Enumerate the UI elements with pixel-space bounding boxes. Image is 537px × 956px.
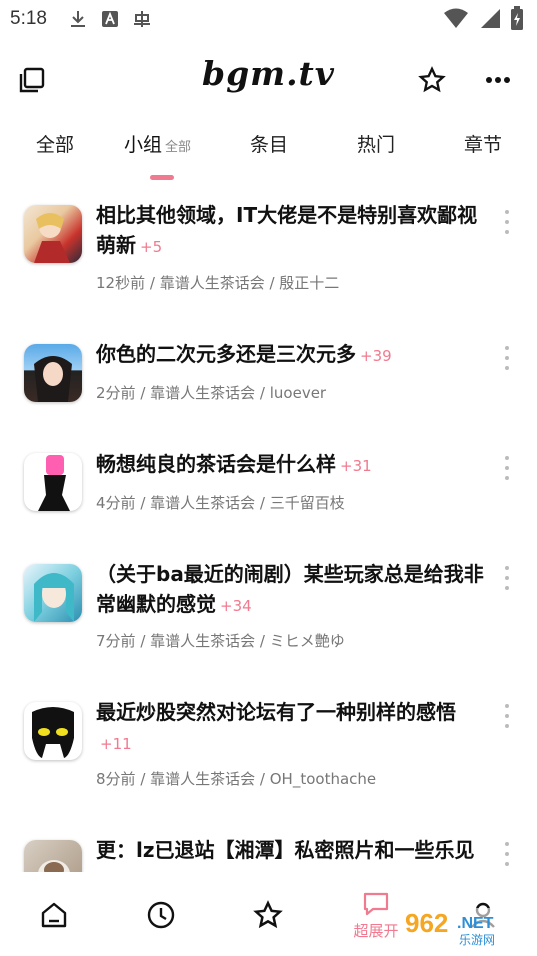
more-vertical-icon[interactable] (503, 704, 511, 728)
topic-meta: 7分前 / 靠谱人生茶话会 / ミヒメ艶ゆ (96, 632, 345, 650)
app-bar: bgm.tv (0, 50, 537, 108)
watermark-logo: 962 .NET 乐游网 (399, 908, 531, 947)
clock-icon (147, 901, 175, 929)
app-logo: bgm.tv (202, 54, 335, 93)
star-icon (418, 66, 446, 93)
reply-count: +5 (140, 238, 163, 256)
more-vertical-icon[interactable] (503, 456, 511, 480)
avatar[interactable] (24, 564, 82, 622)
svg-text:.NET: .NET (457, 915, 494, 932)
topic-title[interactable]: 更：lz已退站【湘潭】私密照片和一些乐见 (96, 835, 488, 865)
more-vertical-icon[interactable] (503, 210, 511, 234)
reply-count: +39 (360, 347, 392, 365)
tab-groups[interactable]: 小组 全部 (124, 130, 191, 157)
more-horizontal-icon (486, 77, 510, 83)
topic-meta: 4分前 / 靠谱人生茶话会 / 三千留百枝 (96, 494, 345, 512)
system-icons (443, 6, 523, 30)
topic-title[interactable]: 畅想纯良的茶话会是什么样 +31 (96, 449, 488, 481)
more-vertical-icon[interactable] (503, 842, 511, 866)
avatar[interactable] (24, 205, 82, 263)
favorite-button[interactable] (412, 60, 452, 100)
tab-episodes[interactable]: 章节 (464, 130, 502, 157)
tab-subjects[interactable]: 条目 (250, 130, 288, 157)
nav-home[interactable] (14, 872, 94, 956)
wifi-icon (444, 8, 468, 28)
tab-hot[interactable]: 热门 (357, 130, 395, 157)
topic-title[interactable]: （关于ba最近的闹剧）某些玩家总是给我非常幽默的感觉 +34 (96, 559, 488, 621)
nav-timeline[interactable] (121, 872, 201, 956)
avatar[interactable] (24, 344, 82, 402)
topic-meta: 12秒前 / 靠谱人生茶话会 / 殷正十二 (96, 274, 340, 292)
avatar[interactable] (24, 453, 82, 511)
topic-title[interactable]: 相比其他领域，IT大佬是不是特别喜欢鄙视萌新 +5 (96, 200, 488, 262)
bottom-nav: 超展开 962 .NET 乐游网 (0, 872, 537, 956)
status-bar: 5:18 (0, 0, 537, 38)
home-icon (41, 902, 67, 928)
font-a-icon (102, 11, 118, 27)
tab-all[interactable]: 全部 (36, 130, 74, 157)
chat-bubble-icon (363, 892, 389, 916)
svg-text:乐游网: 乐游网 (459, 933, 495, 947)
more-vertical-icon[interactable] (503, 566, 511, 590)
topic-meta: 2分前 / 靠谱人生茶话会 / luoever (96, 384, 327, 402)
topic-title[interactable]: 你色的二次元多还是三次元多 +39 (96, 339, 488, 371)
tab-groups-filter[interactable]: 全部 (165, 140, 191, 155)
download-icon (71, 11, 85, 27)
nav-rakuen-label: 超展开 (353, 922, 399, 940)
svg-text:962: 962 (405, 908, 448, 938)
topic-meta: 8分前 / 靠谱人生茶话会 / OH_toothache (96, 770, 377, 788)
reply-count: +34 (220, 597, 252, 615)
nav-favorites[interactable] (228, 872, 308, 956)
reply-count: +31 (340, 457, 372, 475)
avatar[interactable] (24, 702, 82, 760)
star-icon (253, 900, 283, 929)
avatar[interactable] (24, 840, 82, 872)
more-button[interactable] (478, 60, 518, 100)
active-tab-indicator (150, 175, 174, 180)
battery-icon (511, 6, 523, 30)
more-vertical-icon[interactable] (503, 346, 511, 370)
tab-bar: 全部 小组 全部 条目 热门 章节 (0, 120, 537, 180)
topic-title[interactable]: 最近炒股突然对论坛有了一种别样的感悟+11 (96, 697, 488, 759)
status-time: 5:18 (10, 8, 47, 29)
topic-list[interactable]: 相比其他领域，IT大佬是不是特别喜欢鄙视萌新 +5 12秒前 / 靠谱人生茶话会 … (0, 190, 537, 872)
signal-icon (481, 9, 500, 28)
bug-icon (134, 11, 150, 27)
reply-count: +11 (100, 735, 132, 753)
